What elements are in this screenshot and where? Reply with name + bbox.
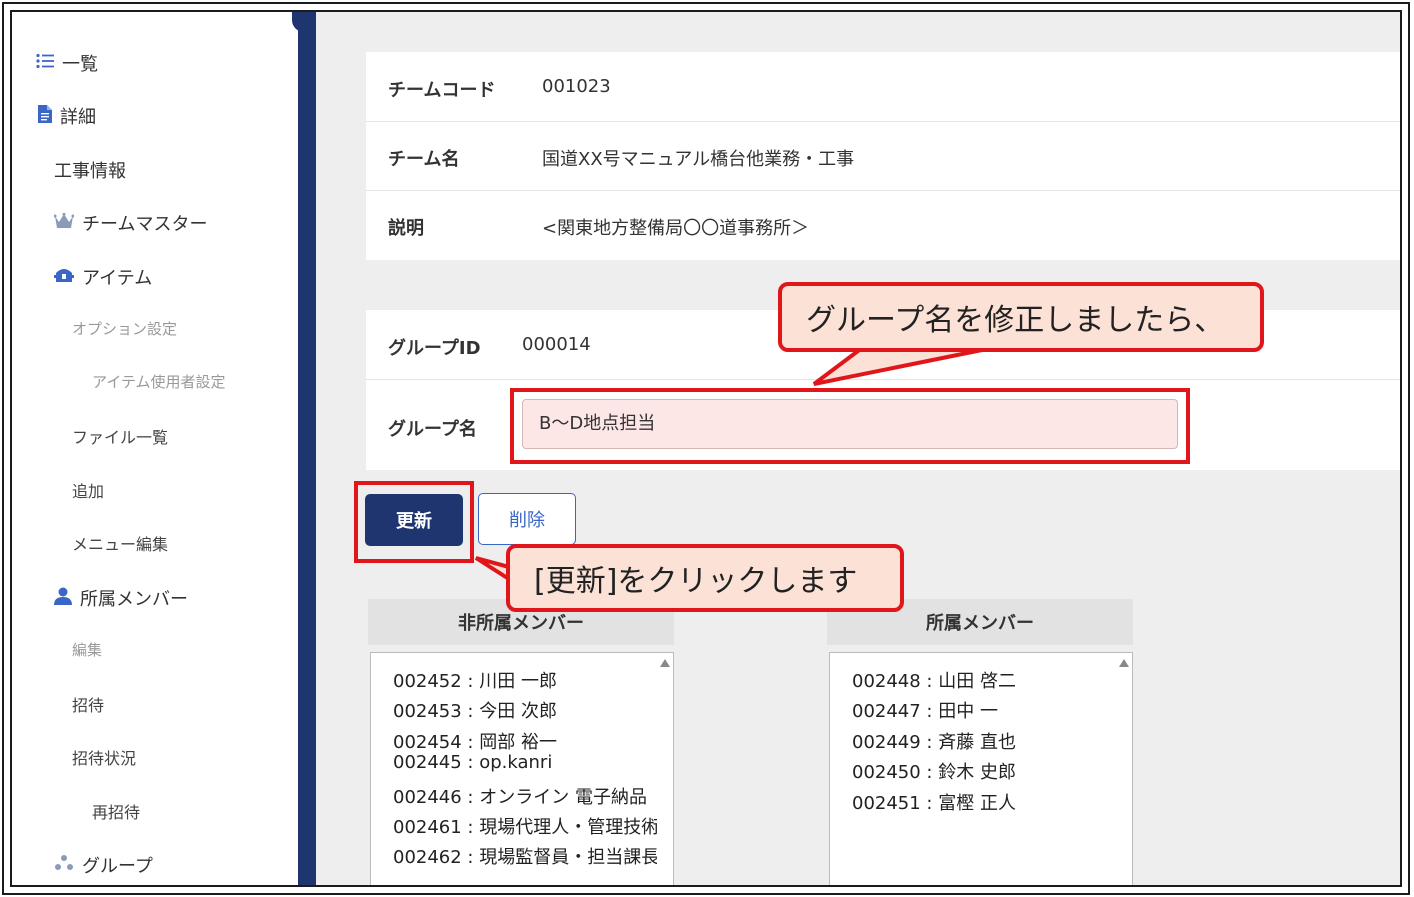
screenshot-frame: 一覧 詳細 工事情報 チームマスター アイテム オプション設定 アイテム使用者設… — [10, 10, 1402, 887]
callout-click-update: [更新]をクリックします — [506, 544, 904, 612]
callout-tails — [474, 339, 983, 590]
callout-edit-group-name: グループ名を修正しましたら、 — [778, 282, 1264, 352]
callout-text: [更新]をクリックします — [534, 564, 858, 599]
callout-text: グループ名を修正しましたら、 — [806, 303, 1225, 338]
